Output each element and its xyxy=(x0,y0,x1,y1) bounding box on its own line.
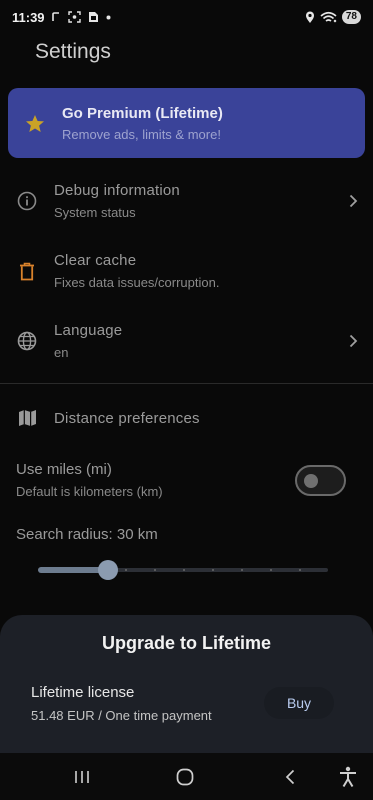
sim-icon xyxy=(88,11,99,23)
slider-thumb[interactable] xyxy=(98,560,118,580)
slider-tick xyxy=(125,569,127,571)
toggle-knob xyxy=(304,474,318,488)
use-miles-setting: Use miles (mi) Default is kilometers (km… xyxy=(16,461,163,499)
system-nav-bar xyxy=(0,753,373,800)
trash-icon xyxy=(0,262,54,281)
wifi-icon xyxy=(320,11,337,24)
slider-tick xyxy=(299,569,301,571)
upgrade-bottom-sheet: Upgrade to Lifetime Lifetime license 51.… xyxy=(0,615,373,753)
settings-item-subtitle: System status xyxy=(54,205,136,220)
chevron-right-icon xyxy=(333,334,373,348)
lifetime-license-price: 51.48 EUR / One time payment xyxy=(31,708,212,723)
slider-tick xyxy=(154,569,156,571)
go-premium-card[interactable]: Go Premium (Lifetime) Remove ads, limits… xyxy=(8,88,365,158)
recents-icon[interactable] xyxy=(70,767,94,787)
slider-track-fill xyxy=(38,567,102,573)
use-miles-toggle[interactable] xyxy=(295,465,346,496)
use-miles-title: Use miles (mi) xyxy=(16,461,112,478)
location-icon xyxy=(305,11,315,24)
settings-item-language[interactable]: Language en xyxy=(0,308,373,374)
use-miles-subtitle: Default is kilometers (km) xyxy=(16,484,163,499)
globe-icon xyxy=(0,331,54,351)
battery-indicator: 78 xyxy=(341,10,361,24)
screenshot-icon xyxy=(67,11,81,23)
status-time: 11:39 xyxy=(12,9,45,25)
home-icon[interactable] xyxy=(173,766,197,788)
premium-title: Go Premium (Lifetime) xyxy=(62,104,223,122)
slider-tick xyxy=(241,569,243,571)
settings-item-subtitle: en xyxy=(54,345,69,360)
buy-button[interactable]: Buy xyxy=(264,687,334,719)
settings-item-debug[interactable]: Debug information System status xyxy=(0,168,373,234)
settings-item-title: Debug information xyxy=(54,182,180,199)
star-icon xyxy=(8,114,62,133)
upgrade-sheet-title: Upgrade to Lifetime xyxy=(101,633,271,653)
lifetime-license-title: Lifetime license xyxy=(31,684,135,701)
dot-icon xyxy=(106,15,111,20)
accessibility-icon[interactable] xyxy=(336,765,360,789)
distance-preferences-header: Distance preferences xyxy=(0,385,373,451)
settings-item-title: Clear cache xyxy=(54,252,137,269)
status-bar: 11:39 78 xyxy=(0,0,373,34)
settings-item-subtitle: Fixes data issues/corruption. xyxy=(54,275,220,290)
back-icon[interactable] xyxy=(280,766,300,788)
slider-tick xyxy=(270,569,272,571)
settings-item-clear-cache[interactable]: Clear cache Fixes data issues/corruption… xyxy=(0,238,373,304)
slider-tick xyxy=(212,569,214,571)
slider-tick xyxy=(183,569,185,571)
page-title: Settings xyxy=(35,40,111,63)
r-icon xyxy=(51,12,61,22)
premium-subtitle: Remove ads, limits & more! xyxy=(62,126,221,142)
settings-item-title: Language xyxy=(54,322,123,339)
distance-preferences-title: Distance preferences xyxy=(54,409,200,427)
map-icon xyxy=(0,409,54,427)
info-icon xyxy=(0,191,54,211)
chevron-right-icon xyxy=(333,194,373,208)
search-radius-label: Search radius: 30 km xyxy=(16,526,158,543)
section-divider xyxy=(0,383,373,384)
search-radius-slider[interactable] xyxy=(38,558,328,582)
